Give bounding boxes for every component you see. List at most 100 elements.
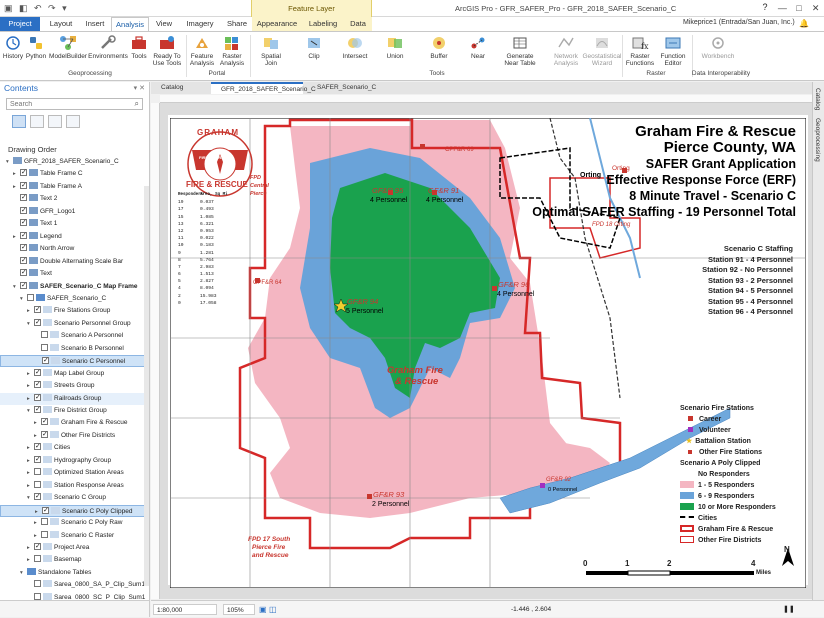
tab-layout[interactable]: Layout: [44, 17, 78, 31]
history-button[interactable]: History: [2, 35, 24, 60]
pause-drawing-button[interactable]: ❚❚: [783, 601, 795, 618]
clip-button[interactable]: Clip: [300, 35, 328, 60]
expand-icon[interactable]: ▸: [27, 542, 34, 554]
quick-access-toolbar[interactable]: ▣ ◧ ↶ ↷ ▾: [4, 3, 69, 14]
buffer-button[interactable]: Buffer: [424, 35, 454, 60]
tree-item[interactable]: ▸ Graham Fire & Rescue: [0, 416, 148, 429]
maximize-button[interactable]: □: [791, 1, 808, 16]
feature-analysis-button[interactable]: Feature Analysis: [188, 35, 216, 67]
tree-item[interactable]: ▾ Standalone Tables: [0, 567, 148, 579]
visibility-checkbox[interactable]: [34, 592, 41, 600]
collapse-icon[interactable]: ▾: [20, 567, 27, 579]
search-icon[interactable]: ⌕: [135, 99, 139, 109]
tab-appearance[interactable]: Appearance: [252, 17, 302, 31]
collapse-icon[interactable]: ▾: [27, 405, 34, 417]
visibility-checkbox[interactable]: [41, 331, 48, 339]
tab-analysis[interactable]: Analysis: [111, 17, 149, 31]
visibility-checkbox[interactable]: [41, 429, 48, 441]
tree-item[interactable]: ▾ Fire District Group: [0, 404, 148, 417]
visibility-checkbox[interactable]: [34, 404, 41, 416]
visibility-checkbox[interactable]: [20, 217, 27, 229]
tree-item[interactable]: ▸ Table Frame C: [0, 167, 148, 180]
help-button[interactable]: ?: [758, 2, 772, 15]
tree-item[interactable]: ▸ Table Frame A: [0, 180, 148, 193]
tree-item[interactable]: ▸ Basemap: [0, 554, 148, 566]
visibility-checkbox[interactable]: [34, 441, 41, 453]
visibility-checkbox[interactable]: [34, 468, 41, 476]
visibility-checkbox[interactable]: [34, 541, 41, 553]
raster-functions-button[interactable]: fx Raster Functions: [624, 35, 656, 67]
near-button[interactable]: Near: [464, 35, 492, 60]
list-by-editing-icon[interactable]: [66, 115, 80, 128]
visibility-checkbox[interactable]: [34, 304, 41, 316]
catalog-pane-tab[interactable]: Catalog: [814, 88, 821, 110]
tree-item[interactable]: ▸ Fire Stations Group: [0, 304, 148, 317]
visibility-checkbox[interactable]: [34, 392, 41, 404]
collapse-icon[interactable]: ▾: [27, 318, 34, 330]
tree-item[interactable]: ▸ Project Area: [0, 541, 148, 554]
tab-map-safer-scenario-c[interactable]: SAFER_Scenario_C: [307, 82, 387, 94]
tree-item[interactable]: Scenario A Personnel: [0, 330, 148, 342]
tab-catalog[interactable]: Catalog: [151, 82, 209, 94]
tab-project[interactable]: Project: [0, 17, 40, 31]
tools-button[interactable]: Tools: [128, 35, 150, 60]
close-button[interactable]: ✕: [807, 1, 824, 16]
fit-page-icon[interactable]: ▣: [259, 601, 267, 618]
tree-item[interactable]: Sarea_0800_SA_P_Clip_Sum1: [0, 579, 148, 591]
tree-item[interactable]: GFR_Logo1: [0, 205, 148, 218]
expand-icon[interactable]: ▸: [27, 368, 34, 380]
expand-icon[interactable]: ▸: [27, 442, 34, 454]
expand-icon[interactable]: ▸: [13, 168, 20, 180]
contents-scrollbar[interactable]: [144, 186, 149, 586]
tab-data[interactable]: Data: [344, 17, 372, 31]
visibility-checkbox[interactable]: [34, 580, 41, 588]
tree-item[interactable]: Text: [0, 267, 148, 280]
tree-item[interactable]: ▸ Streets Group: [0, 379, 148, 392]
tree-item[interactable]: ▾ Scenario C Group: [0, 491, 148, 504]
tree-item[interactable]: ▸ Scenario C Poly Clipped: [0, 504, 148, 517]
tab-labeling[interactable]: Labeling: [302, 17, 344, 31]
fit-width-icon[interactable]: ◫: [269, 601, 277, 618]
visibility-checkbox[interactable]: [20, 255, 27, 267]
visibility-checkbox[interactable]: [41, 518, 48, 526]
tree-item[interactable]: Scenario C Personnel: [0, 355, 148, 368]
visibility-checkbox[interactable]: [41, 530, 48, 538]
raster-analysis-button[interactable]: Raster Analysis: [218, 35, 246, 67]
expand-icon[interactable]: ▸: [27, 554, 34, 566]
notification-icon[interactable]: 🔔: [799, 19, 809, 28]
expand-icon[interactable]: ▸: [27, 455, 34, 467]
union-button[interactable]: Union: [380, 35, 410, 60]
visibility-checkbox[interactable]: [20, 205, 27, 217]
signed-in-user[interactable]: Mikeprice1 (Entrada/San Juan, Inc.): [683, 19, 795, 26]
tree-item[interactable]: North Arrow: [0, 242, 148, 255]
visibility-checkbox[interactable]: [34, 367, 41, 379]
visibility-checkbox[interactable]: [41, 343, 48, 351]
expand-icon[interactable]: ▸: [27, 380, 34, 392]
modelbuilder-button[interactable]: ModelBuilder: [48, 35, 88, 60]
function-editor-button[interactable]: Function Editor: [658, 35, 688, 67]
expand-icon[interactable]: ▸: [27, 305, 34, 317]
spatial-join-button[interactable]: Spatial Join: [254, 35, 288, 67]
visibility-checkbox[interactable]: [41, 416, 48, 428]
visibility-checkbox[interactable]: [34, 491, 41, 503]
visibility-checkbox[interactable]: [34, 379, 41, 391]
visibility-checkbox[interactable]: [34, 454, 41, 466]
geostatistical-wizard-button[interactable]: Geostatistical Wizard: [580, 35, 624, 67]
list-by-selection-icon[interactable]: [48, 115, 62, 128]
visibility-checkbox[interactable]: [34, 317, 41, 329]
visibility-checkbox[interactable]: [20, 167, 27, 179]
tree-item[interactable]: ▸ Map Label Group: [0, 367, 148, 380]
tree-item[interactable]: ▾ SAFER_Scenario_C Map Frame: [0, 280, 148, 293]
scale-selector[interactable]: 1:80,000: [153, 604, 217, 615]
expand-icon[interactable]: ▸: [13, 181, 20, 193]
collapse-icon[interactable]: ▾: [27, 492, 34, 504]
network-analysis-button[interactable]: Network Analysis: [548, 35, 584, 67]
collapse-icon[interactable]: ▾: [20, 293, 27, 305]
ready-to-use-tools-button[interactable]: Ready To Use Tools: [150, 35, 184, 67]
visibility-checkbox[interactable]: [20, 180, 27, 192]
visibility-checkbox[interactable]: [34, 480, 41, 488]
expand-icon[interactable]: ▸: [27, 393, 34, 405]
tab-insert[interactable]: Insert: [80, 17, 110, 31]
expand-icon[interactable]: ▸: [34, 417, 41, 429]
tree-item[interactable]: ▸ Station Response Areas: [0, 480, 148, 492]
